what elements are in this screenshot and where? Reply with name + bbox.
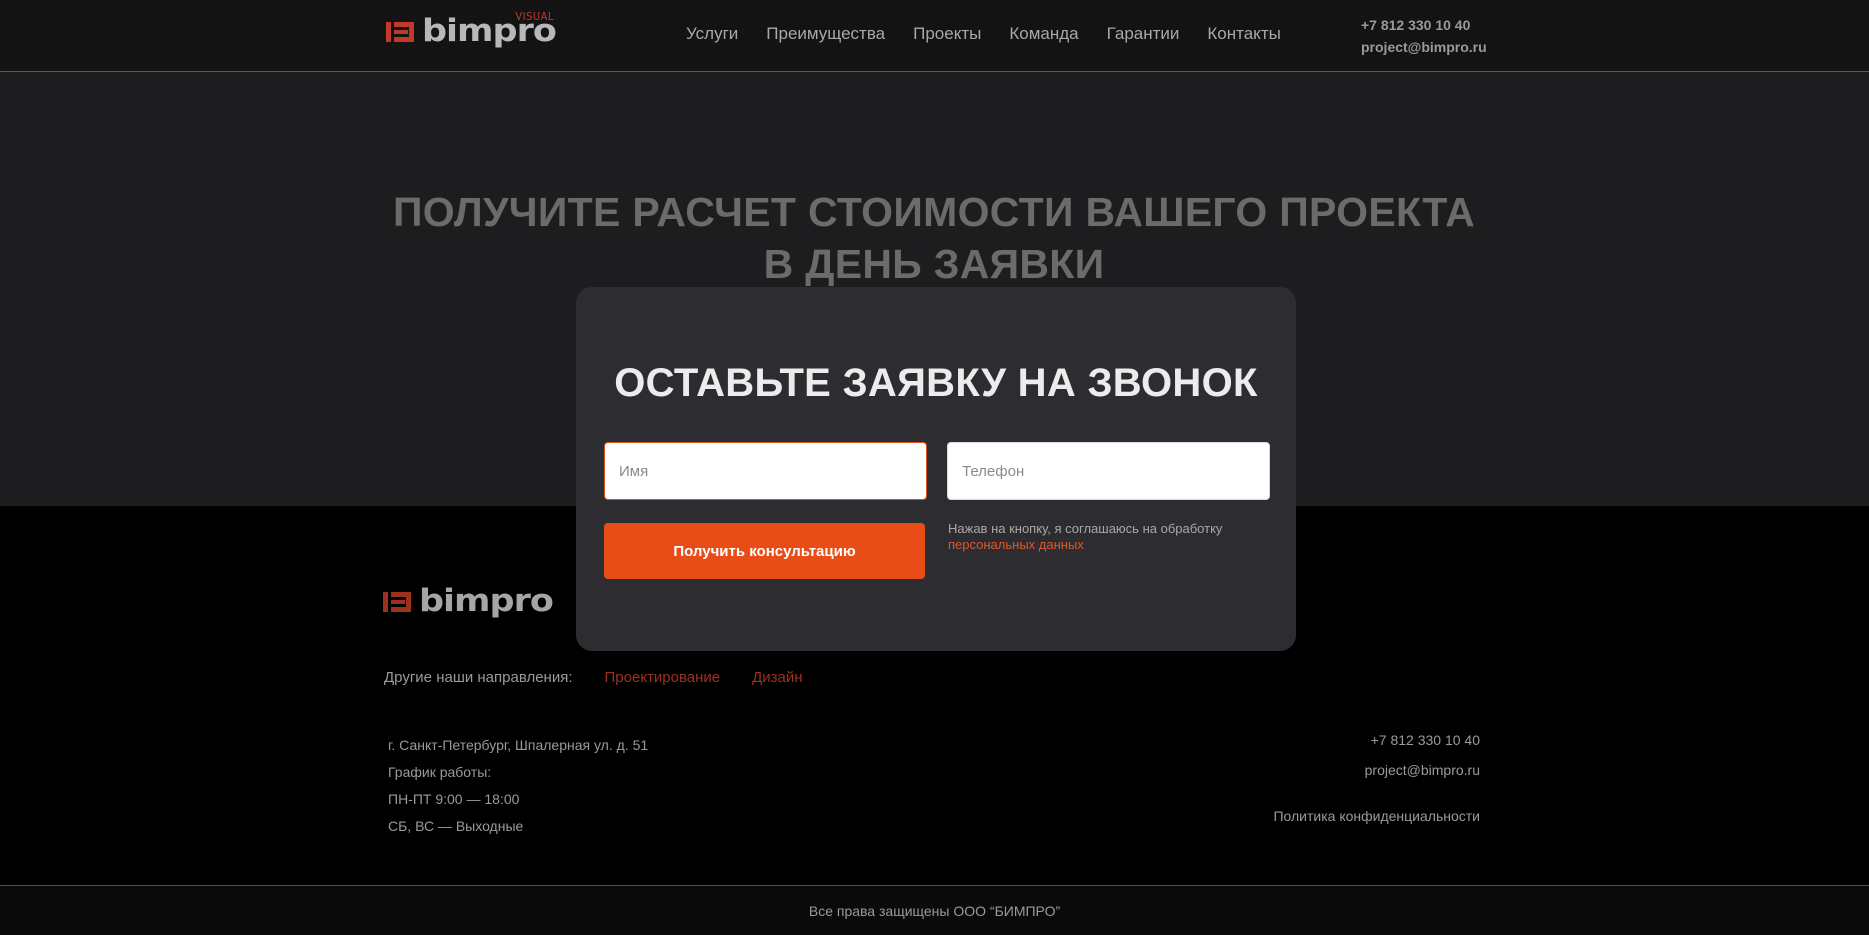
footer-email[interactable]: project@bimpro.ru (1273, 762, 1480, 808)
footer-logo[interactable]: bimpro (383, 583, 554, 620)
nav-item-team[interactable]: Команда (1009, 24, 1078, 44)
nav-item-contacts[interactable]: Контакты (1207, 24, 1280, 44)
bimpro-logo-icon (383, 588, 413, 616)
footer-contacts: +7 812 330 10 40 project@bimpro.ru Полит… (1273, 732, 1480, 824)
nav-item-services[interactable]: Услуги (686, 24, 738, 44)
footer-phone[interactable]: +7 812 330 10 40 (1273, 732, 1480, 762)
logo[interactable]: bimpro VISUAL (386, 10, 557, 49)
header-email[interactable]: project@bimpro.ru (1361, 36, 1487, 58)
modal-title: ОСТАВЬТЕ ЗАЯВКУ НА ЗВОНОК (614, 361, 1258, 405)
header-contacts: +7 812 330 10 40 project@bimpro.ru (1361, 14, 1487, 58)
name-input[interactable] (604, 442, 927, 500)
personal-data-link[interactable]: персональных данных (948, 537, 1084, 552)
footer-logo-wordmark: bimpro (419, 583, 554, 620)
bimpro-logo-icon (386, 18, 416, 46)
get-consultation-button[interactable]: Получить консультацию (604, 523, 925, 579)
direction-link-interior-design[interactable]: Дизайн (752, 669, 802, 686)
phone-input[interactable] (947, 442, 1270, 500)
footer-address-block: г. Санкт-Петербург, Шпалерная ул. д. 51 … (388, 732, 648, 840)
copyright: Все права защищены ООО “БИМПРО” (808, 903, 1061, 919)
header-phone[interactable]: +7 812 330 10 40 (1361, 14, 1487, 36)
schedule-weekend: СБ, ВС — Выходные (388, 818, 524, 834)
other-directions: Другие наши направления: Проектирование … (384, 669, 803, 686)
copyright-bar: Все права защищены ООО “БИМПРО” (0, 885, 1869, 935)
hero-title: ПОЛУЧИТЕ РАСЧЕТ СТОИМОСТИ ВАШЕГО ПРОЕКТА… (392, 189, 1476, 287)
consent-label: Нажав на кнопку, я соглашаюсь на обработ… (948, 521, 1223, 536)
address: г. Санкт-Петербург, Шпалерная ул. д. 51 (388, 737, 649, 753)
nav-item-advantages[interactable]: Преимущества (766, 24, 885, 44)
callback-modal: ОСТАВЬТЕ ЗАЯВКУ НА ЗВОНОК Получить консу… (576, 287, 1296, 651)
direction-link-design-engineering[interactable]: Проектирование (605, 669, 721, 686)
privacy-policy-link[interactable]: Политика конфиденциальности (1273, 808, 1480, 824)
nav-item-projects[interactable]: Проекты (913, 24, 981, 44)
site-header: bimpro VISUAL Услуги Преимущества Проект… (0, 0, 1869, 72)
nav-item-guarantees[interactable]: Гарантии (1107, 24, 1180, 44)
schedule-label: График работы: (388, 764, 492, 780)
consent-text: Нажав на кнопку, я соглашаюсь на обработ… (948, 521, 1248, 553)
directions-label: Другие наши направления: (384, 669, 573, 686)
schedule-weekdays: ПН-ПТ 9:00 — 18:00 (388, 791, 520, 807)
main-nav: Услуги Преимущества Проекты Команда Гара… (686, 24, 1281, 44)
logo-tagline: VISUAL (515, 10, 554, 23)
